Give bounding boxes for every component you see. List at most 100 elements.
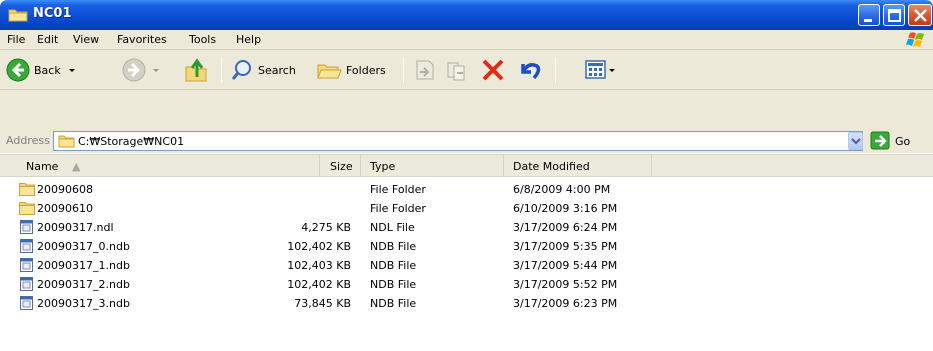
file-size: 4,275 KB [301, 221, 351, 234]
chevron-down-icon [68, 69, 75, 72]
folders-button[interactable]: Folders [316, 50, 386, 90]
column-header-label: Size [330, 160, 353, 173]
table-row[interactable]: 20090317_3.ndb 73,845 KB NDB File 3/17/2009… [0, 295, 933, 312]
chevron-down-icon [851, 138, 861, 145]
address-value: C:₩Storage₩NC01 [78, 135, 185, 148]
title-bar[interactable]: NC01 [0, 0, 933, 30]
file-name: 20090317_0.ndb [37, 240, 130, 253]
table-row[interactable]: 20090317.ndl 4,275 KB NDL File 3/17/2009 6:… [0, 219, 933, 236]
file-size: 102,402 KB [287, 278, 351, 291]
folder-icon [19, 183, 35, 196]
search-label: Search [258, 63, 296, 77]
delete-button[interactable] [480, 50, 506, 90]
toolbar-separator [221, 57, 222, 83]
toolbar: Back Search Folders [0, 50, 933, 90]
address-dropdown-button[interactable] [848, 132, 863, 150]
search-icon [231, 60, 251, 80]
menu-tools[interactable]: Tools [189, 33, 216, 46]
file-date-modified: 3/17/2009 6:23 PM [513, 297, 618, 310]
minimize-icon [864, 19, 872, 22]
address-bar: Address C:₩Storage₩NC01 Go [0, 129, 933, 153]
table-row[interactable]: 20090608 File Folder 6/8/2009 4:00 PM [0, 181, 933, 198]
address-label: Address [6, 134, 50, 147]
file-name: 20090317_2.ndb [37, 278, 130, 291]
menu-bar: File Edit View Favorites Tools Help [0, 30, 933, 50]
file-name: 20090610 [37, 202, 93, 215]
forward-arrow-icon [122, 58, 146, 82]
file-type: File Folder [370, 183, 426, 196]
file-type: NDB File [370, 297, 417, 310]
go-button[interactable]: Go [895, 135, 910, 148]
file-size: 102,403 KB [287, 259, 351, 272]
sort-ascending-icon: ▲ [72, 160, 81, 173]
maximize-button[interactable] [883, 4, 905, 26]
views-button[interactable] [584, 50, 616, 90]
file-type: File Folder [370, 202, 426, 215]
file-date-modified: 6/8/2009 4:00 PM [513, 183, 611, 196]
back-button[interactable]: Back [6, 50, 77, 90]
file-icon [20, 258, 33, 272]
move-to-icon [416, 60, 434, 80]
table-row[interactable]: 20090317_2.ndb 102,402 KB NDB File 3/17/200… [0, 276, 933, 293]
column-header-label: Date Modified [513, 160, 590, 173]
file-size: 73,845 KB [294, 297, 351, 310]
back-label: Back [34, 63, 61, 77]
file-icon [20, 296, 33, 310]
chevron-down-icon [153, 69, 159, 72]
address-input[interactable]: C:₩Storage₩NC01 [53, 131, 863, 151]
menu-edit[interactable]: Edit [37, 33, 58, 46]
file-size: 102,402 KB [287, 240, 351, 253]
maximize-icon [888, 9, 901, 22]
file-name: 20090317_3.ndb [37, 297, 130, 310]
file-type: NDB File [370, 259, 417, 272]
file-name: 20090317_1.ndb [37, 259, 130, 272]
undo-icon [521, 63, 541, 80]
folders-label: Folders [346, 63, 386, 77]
column-header-empty [652, 155, 933, 177]
window-title: NC01 [33, 6, 72, 21]
up-folder-icon [185, 58, 207, 82]
toolbar-spacer [0, 90, 933, 129]
menu-file[interactable]: File [7, 33, 25, 46]
file-type: NDB File [370, 240, 417, 253]
folder-icon [8, 9, 28, 22]
toolbar-separator [555, 57, 556, 83]
column-header-date-modified[interactable]: Date Modified [504, 155, 652, 177]
table-row[interactable]: 20090317_0.ndb 102,402 KB NDB File 3/17/200… [0, 238, 933, 255]
folders-icon [317, 64, 342, 79]
menu-favorites[interactable]: Favorites [117, 33, 167, 46]
folder-icon [58, 135, 75, 148]
column-header-type[interactable]: Type [361, 155, 504, 177]
file-date-modified: 6/10/2009 3:16 PM [513, 202, 618, 215]
column-header-label: Type [370, 160, 396, 173]
file-type: NDB File [370, 278, 417, 291]
forward-button[interactable] [122, 50, 161, 90]
table-row[interactable]: 20090610 File Folder 6/10/2009 3:16 PM [0, 200, 933, 217]
menu-help[interactable]: Help [236, 33, 261, 46]
table-row[interactable]: 20090317_1.ndb 102,403 KB NDB File 3/17/200… [0, 257, 933, 274]
windows-logo-icon [906, 32, 924, 47]
search-button[interactable]: Search [230, 50, 296, 90]
close-icon [914, 9, 927, 22]
file-name: 20090608 [37, 183, 93, 196]
file-icon [20, 239, 33, 253]
file-date-modified: 3/17/2009 5:35 PM [513, 240, 618, 253]
column-header-label: Name [26, 160, 59, 173]
move-to-button[interactable] [412, 50, 438, 90]
file-list: Name ▲ Size Type Date Modified 20090608 F… [0, 154, 933, 351]
file-date-modified: 3/17/2009 6:24 PM [513, 221, 618, 234]
copy-to-button[interactable] [444, 50, 470, 90]
file-date-modified: 3/17/2009 5:52 PM [513, 278, 618, 291]
file-type: NDL File [370, 221, 415, 234]
close-button[interactable] [908, 4, 932, 26]
undo-button[interactable] [516, 50, 542, 90]
up-folder-button[interactable] [183, 50, 209, 90]
toolbar-separator [403, 57, 404, 83]
menu-view[interactable]: View [73, 33, 99, 46]
file-icon [20, 220, 33, 234]
go-arrow-icon[interactable] [870, 131, 890, 150]
views-icon [585, 60, 606, 79]
minimize-button[interactable] [858, 4, 880, 26]
column-header-size[interactable]: Size [320, 155, 361, 177]
column-header-name[interactable]: Name ▲ [0, 155, 320, 177]
